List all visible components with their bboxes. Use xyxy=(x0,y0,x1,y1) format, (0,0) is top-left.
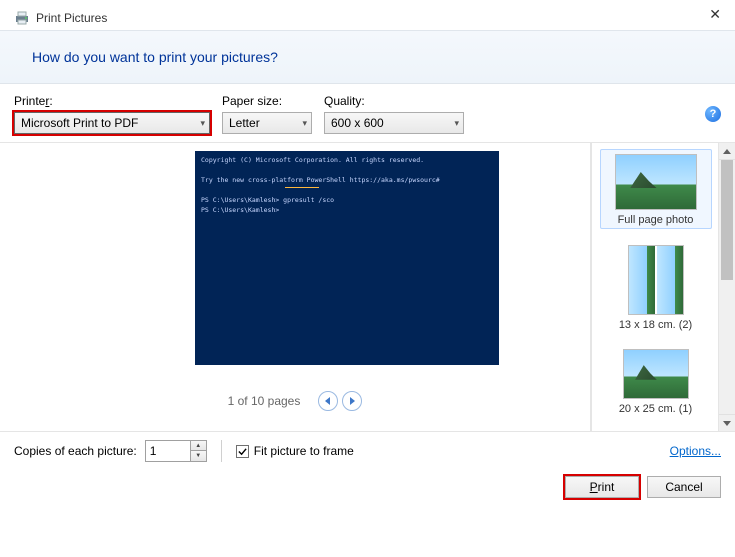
scroll-thumb[interactable] xyxy=(721,160,733,280)
title-bar: Print Pictures xyxy=(0,0,735,30)
chevron-down-icon: ▾ xyxy=(454,118,459,129)
fit-frame-label: Fit picture to frame xyxy=(254,444,354,458)
print-button[interactable]: Print xyxy=(565,476,639,498)
printer-value: Microsoft Print to PDF xyxy=(21,116,138,130)
layouts-outer: Full page photo 13 x 18 cm. (2) 20 x 25 … xyxy=(590,143,735,431)
layout-thumb xyxy=(623,349,689,399)
app-icon xyxy=(14,10,30,26)
checkbox-icon xyxy=(236,445,249,458)
copies-spinner[interactable]: ▲ ▼ xyxy=(145,440,207,462)
header-heading: How do you want to print your pictures? xyxy=(32,49,278,65)
window-title: Print Pictures xyxy=(36,11,107,25)
layout-label: Full page photo xyxy=(618,214,694,226)
preview-pane: Copyright (C) Microsoft Corporation. All… xyxy=(0,143,590,431)
caret-highlight xyxy=(285,187,319,188)
printer-group: Printer: Microsoft Print to PDF ▾ xyxy=(14,94,210,134)
fit-frame-checkbox[interactable]: Fit picture to frame xyxy=(236,444,354,458)
copies-input[interactable] xyxy=(146,441,190,461)
close-icon[interactable]: ✕ xyxy=(709,6,721,23)
action-row: Print Cancel xyxy=(0,470,735,508)
cancel-button[interactable]: Cancel xyxy=(647,476,721,498)
paper-label: Paper size: xyxy=(222,94,312,108)
layout-13x18[interactable]: 13 x 18 cm. (2) xyxy=(600,241,712,333)
paper-select[interactable]: Letter ▾ xyxy=(222,112,312,134)
chevron-down-icon: ▾ xyxy=(302,118,307,129)
help-icon[interactable]: ? xyxy=(705,106,721,122)
printer-select[interactable]: Microsoft Print to PDF ▾ xyxy=(14,112,210,134)
controls-row: Printer: Microsoft Print to PDF ▾ Paper … xyxy=(0,84,735,142)
preview-frame: Copyright (C) Microsoft Corporation. All… xyxy=(65,151,525,383)
layout-full-page[interactable]: Full page photo xyxy=(600,149,712,229)
layout-thumb xyxy=(615,154,697,210)
divider xyxy=(221,440,222,462)
prev-page-button[interactable] xyxy=(318,391,338,411)
spinner-down-icon[interactable]: ▼ xyxy=(191,451,206,461)
preview-image: Copyright (C) Microsoft Corporation. All… xyxy=(195,151,499,365)
options-row: Copies of each picture: ▲ ▼ Fit picture … xyxy=(0,432,735,470)
quality-label: Quality: xyxy=(324,94,464,108)
main-area: Copyright (C) Microsoft Corporation. All… xyxy=(0,142,735,432)
paper-group: Paper size: Letter ▾ xyxy=(222,94,312,134)
quality-select[interactable]: 600 x 600 ▾ xyxy=(324,112,464,134)
header-band: How do you want to print your pictures? xyxy=(0,30,735,84)
layout-thumb xyxy=(628,245,684,315)
chevron-down-icon: ▾ xyxy=(200,118,205,129)
scroll-up-icon[interactable] xyxy=(719,143,735,160)
options-link[interactable]: Options... xyxy=(670,444,721,458)
printer-label: Printer: xyxy=(14,94,210,108)
quality-value: 600 x 600 xyxy=(331,116,384,130)
quality-group: Quality: 600 x 600 ▾ xyxy=(324,94,464,134)
spinner-up-icon[interactable]: ▲ xyxy=(191,441,206,451)
layout-label: 20 x 25 cm. (1) xyxy=(619,403,692,415)
scroll-down-icon[interactable] xyxy=(719,414,735,431)
paper-value: Letter xyxy=(229,116,260,130)
pager-row: 1 of 10 pages xyxy=(228,391,363,411)
copies-label: Copies of each picture: xyxy=(14,444,137,458)
next-page-button[interactable] xyxy=(342,391,362,411)
pager-text: 1 of 10 pages xyxy=(228,394,301,408)
scrollbar[interactable] xyxy=(718,143,735,431)
layout-label: 13 x 18 cm. (2) xyxy=(619,319,692,331)
layout-20x25[interactable]: 20 x 25 cm. (1) xyxy=(600,345,712,417)
layouts-pane: Full page photo 13 x 18 cm. (2) 20 x 25 … xyxy=(591,143,719,431)
